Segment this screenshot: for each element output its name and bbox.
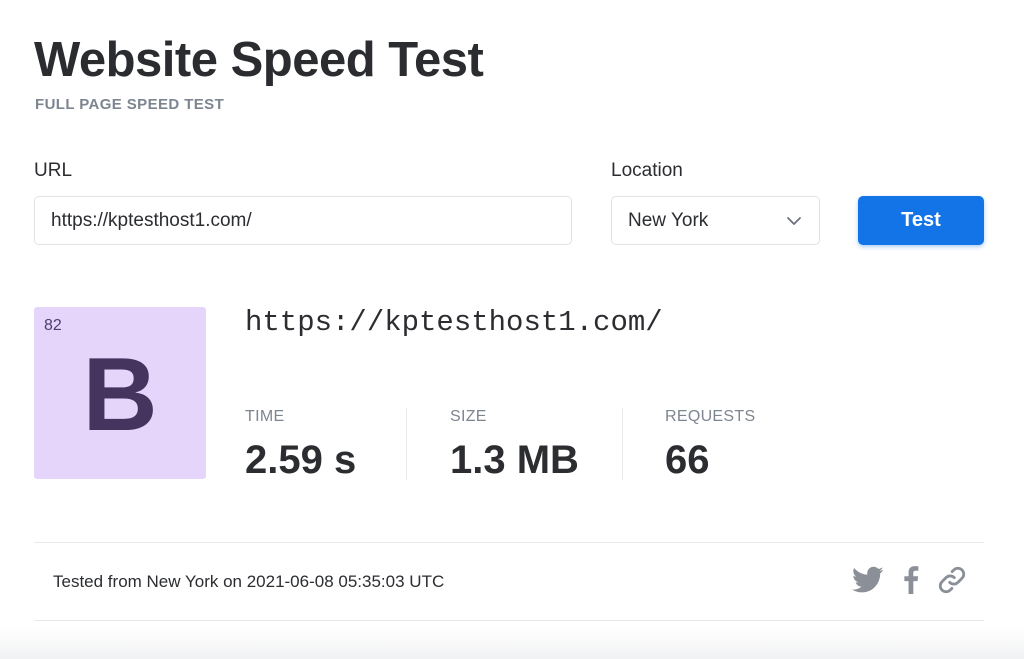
metric-divider (406, 408, 407, 480)
test-button[interactable]: Test (858, 196, 984, 245)
page-title: Website Speed Test (34, 33, 484, 87)
location-label: Location (611, 160, 683, 181)
location-select[interactable]: New York (611, 196, 820, 245)
location-selected-value: New York (628, 209, 709, 231)
metric-time: TIME 2.59 s (245, 408, 356, 482)
metric-requests-value: 66 (665, 438, 710, 482)
result-url: https://kptesthost1.com/ (245, 306, 663, 339)
url-label: URL (34, 160, 73, 181)
metric-size-value: 1.3 MB (450, 438, 579, 482)
metric-size-label: SIZE (450, 408, 487, 425)
url-input[interactable] (34, 196, 572, 245)
metric-divider (622, 408, 623, 480)
footer-divider-top (34, 542, 984, 543)
metric-size: SIZE 1.3 MB (450, 408, 579, 482)
tested-from-text: Tested from New York on 2021-06-08 05:35… (53, 572, 445, 591)
link-icon[interactable] (938, 566, 966, 594)
twitter-icon[interactable] (852, 566, 884, 594)
grade-score: 82 (44, 317, 62, 334)
metric-requests: REQUESTS 66 (665, 408, 755, 482)
page-subtitle: FULL PAGE SPEED TEST (35, 96, 225, 113)
metric-requests-label: REQUESTS (665, 408, 756, 425)
grade-letter: B (82, 337, 158, 453)
metric-time-label: TIME (245, 408, 285, 425)
chevron-down-icon (787, 216, 801, 225)
metric-time-value: 2.59 s (245, 438, 357, 482)
speed-test-page: Website Speed Test FULL PAGE SPEED TEST … (0, 0, 1024, 659)
facebook-icon[interactable] (902, 566, 920, 594)
footer-divider-bottom (34, 620, 984, 621)
page-bottom-fade (0, 626, 1024, 659)
grade-badge: 82 B (34, 307, 206, 479)
